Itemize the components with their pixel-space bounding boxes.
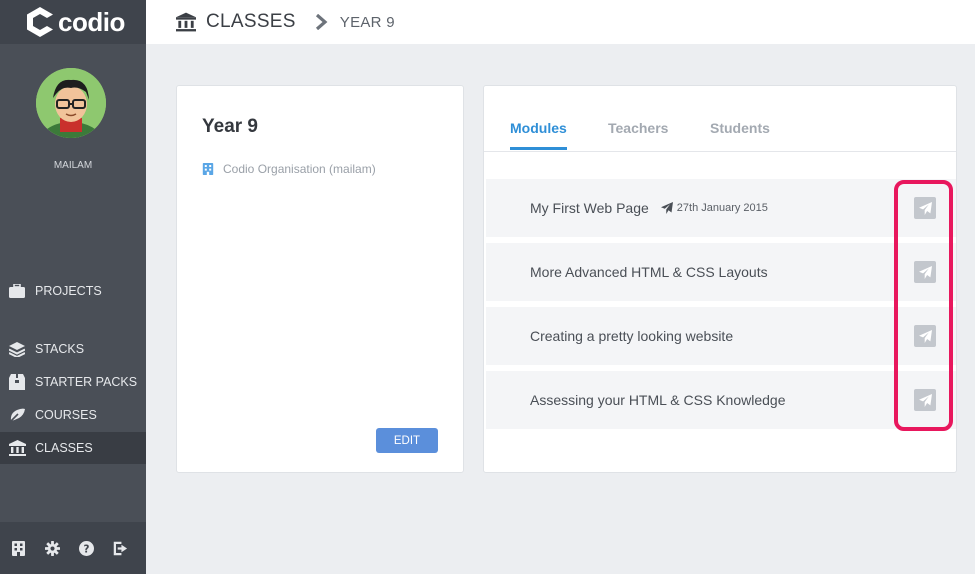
module-title: Creating a pretty looking website <box>530 328 734 344</box>
sidebar-item-label: STACKS <box>35 342 85 356</box>
module-row[interactable]: My First Web Page 27th January 2015 <box>486 179 956 237</box>
sidebar-item-stacks[interactable]: STACKS <box>0 333 146 365</box>
layers-icon <box>8 340 26 358</box>
class-details-card: Year 9 Codio Organisation (mailam) EDIT <box>176 85 464 473</box>
box-icon <box>8 373 26 391</box>
tab-modules[interactable]: Modules <box>510 120 567 150</box>
avatar[interactable] <box>36 68 106 138</box>
paper-plane-icon <box>660 202 673 214</box>
tab-students[interactable]: Students <box>710 120 770 136</box>
codio-logo-icon <box>27 7 53 37</box>
module-row[interactable]: Assessing your HTML & CSS Knowledge <box>486 371 956 429</box>
chevron-right-icon <box>315 14 328 30</box>
brand-name: codio <box>58 6 125 37</box>
sidebar-item-starter-packs[interactable]: STARTER PACKS <box>0 366 146 398</box>
tab-bar: Modules Teachers Students <box>484 86 956 152</box>
edit-button[interactable]: EDIT <box>376 428 438 453</box>
published-date: 27th January 2015 <box>660 202 768 214</box>
sidebar-item-projects[interactable]: PROJECTS <box>0 275 146 307</box>
tab-teachers[interactable]: Teachers <box>608 120 668 136</box>
gear-icon[interactable] <box>44 540 61 557</box>
brand-logo[interactable]: codio <box>0 0 146 44</box>
sidebar: codio MAILAM PROJECTS STACKS STARTER PAC… <box>0 0 146 574</box>
svg-text:?: ? <box>84 543 90 555</box>
sidebar-item-classes[interactable]: CLASSES <box>0 432 146 464</box>
sidebar-item-courses[interactable]: COURSES <box>0 399 146 431</box>
sidebar-item-label: COURSES <box>35 408 97 422</box>
sidebar-item-label: STARTER PACKS <box>35 375 138 389</box>
breadcrumb-current: YEAR 9 <box>339 13 395 31</box>
help-icon[interactable]: ? <box>78 540 95 557</box>
published-date-text: 27th January 2015 <box>676 202 768 214</box>
sidebar-item-label: CLASSES <box>35 441 93 455</box>
sidebar-item-label: PROJECTS <box>35 284 102 298</box>
module-row[interactable]: Creating a pretty looking website <box>486 307 956 365</box>
sidebar-footer: ? <box>0 522 146 574</box>
module-title: Assessing your HTML & CSS Knowledge <box>530 392 786 408</box>
logout-icon[interactable] <box>112 540 129 557</box>
module-row[interactable]: More Advanced HTML & CSS Layouts <box>486 243 956 301</box>
module-title: My First Web Page <box>530 200 649 216</box>
courses-icon <box>8 406 26 424</box>
building-icon[interactable] <box>10 540 27 557</box>
modules-card: Modules Teachers Students My First Web P… <box>483 85 957 473</box>
module-title: More Advanced HTML & CSS Layouts <box>530 264 768 280</box>
class-title: Year 9 <box>202 116 258 137</box>
username: MAILAM <box>53 160 93 171</box>
building-icon <box>202 163 214 175</box>
breadcrumb-classes[interactable]: CLASSES <box>206 11 296 33</box>
avatar-image <box>36 68 106 138</box>
organisation-name: Codio Organisation (mailam) <box>223 162 376 176</box>
institution-icon <box>176 12 196 32</box>
breadcrumb: CLASSES YEAR 9 <box>146 0 975 44</box>
organisation: Codio Organisation (mailam) <box>202 162 376 176</box>
highlight-annotation <box>894 180 953 431</box>
institution-icon <box>8 439 26 457</box>
briefcase-icon <box>8 282 26 300</box>
